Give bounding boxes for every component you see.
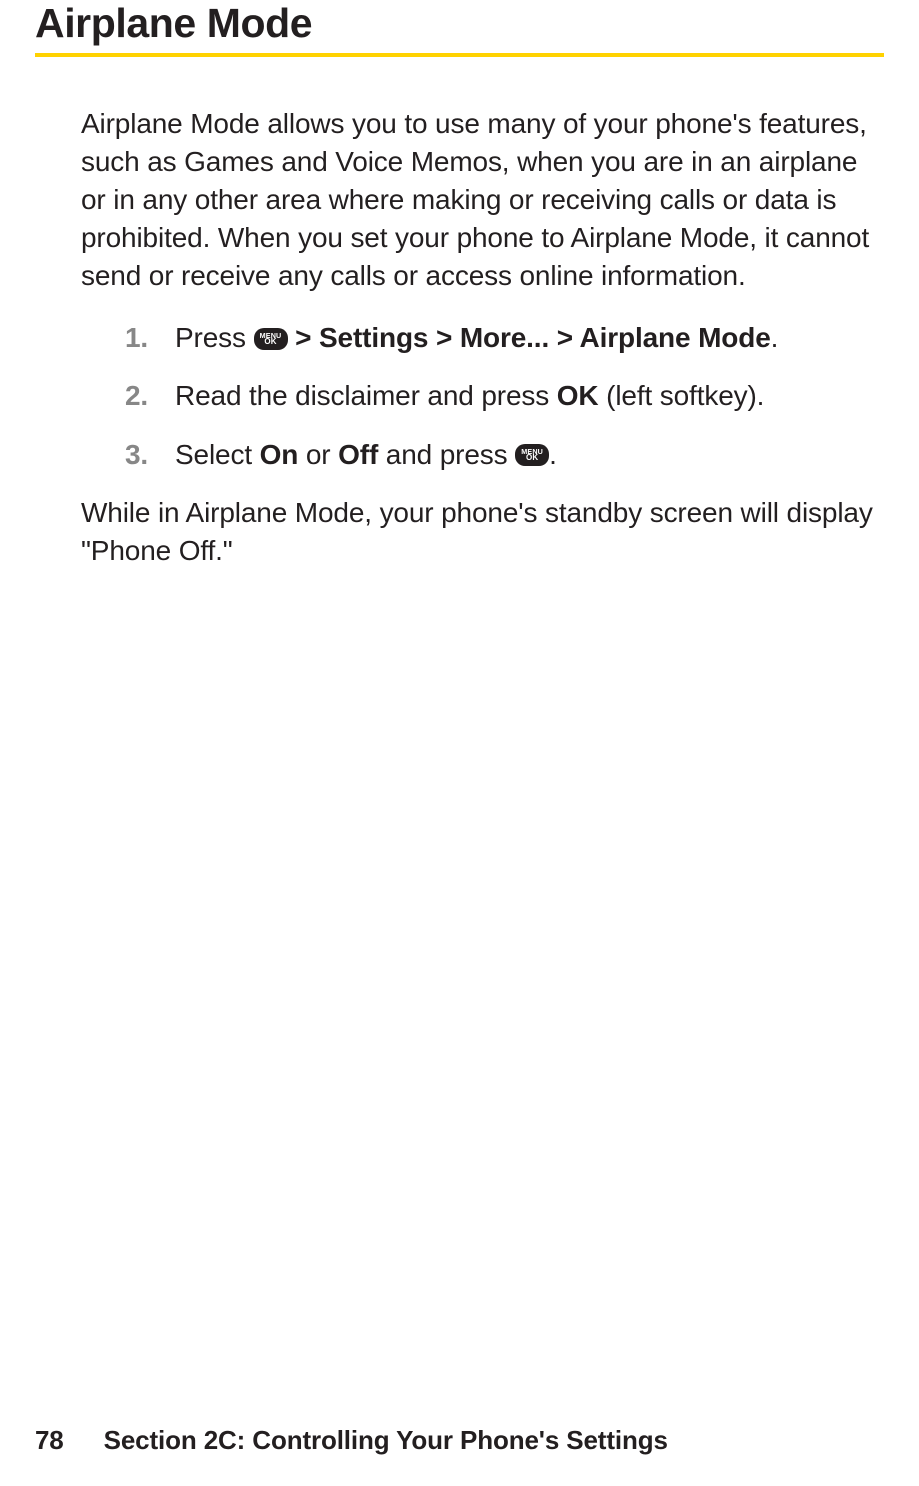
page-heading: Airplane Mode <box>35 0 884 47</box>
step-3: 3. Select On or Off and press MENUOK. <box>125 436 874 474</box>
step-body: Press MENUOK > Settings > More... > Airp… <box>175 319 874 357</box>
outro-paragraph: While in Airplane Mode, your phone's sta… <box>81 494 874 570</box>
step-nav-path: > Settings > More... > Airplane Mode <box>288 322 771 353</box>
step-bold: On <box>260 439 299 470</box>
page-number: 78 <box>35 1425 64 1456</box>
menu-ok-icon: MENUOK <box>515 444 549 466</box>
heading-rule <box>35 53 884 57</box>
step-bold: Off <box>338 439 378 470</box>
icon-label-ok: OK <box>526 455 538 462</box>
menu-ok-icon: MENUOK <box>254 328 288 350</box>
page-footer: 78 Section 2C: Controlling Your Phone's … <box>0 1425 919 1456</box>
step-text: Select <box>175 439 260 470</box>
step-text: . <box>771 322 779 353</box>
intro-paragraph: Airplane Mode allows you to use many of … <box>81 105 874 295</box>
icon-label-ok: OK <box>264 339 276 346</box>
step-bold: OK <box>557 380 599 411</box>
step-text: and press <box>378 439 515 470</box>
steps-list: 1. Press MENUOK > Settings > More... > A… <box>125 319 874 473</box>
step-number: 2. <box>125 377 175 415</box>
step-text: Press <box>175 322 254 353</box>
step-2: 2. Read the disclaimer and press OK (lef… <box>125 377 874 415</box>
step-body: Read the disclaimer and press OK (left s… <box>175 377 874 415</box>
step-number: 3. <box>125 436 175 474</box>
step-number: 1. <box>125 319 175 357</box>
step-1: 1. Press MENUOK > Settings > More... > A… <box>125 319 874 357</box>
section-label: Section 2C: Controlling Your Phone's Set… <box>104 1425 668 1456</box>
step-body: Select On or Off and press MENUOK. <box>175 436 874 474</box>
step-text: . <box>549 439 557 470</box>
step-text: Read the disclaimer and press <box>175 380 557 411</box>
step-text: or <box>298 439 338 470</box>
step-text: (left softkey). <box>599 380 765 411</box>
